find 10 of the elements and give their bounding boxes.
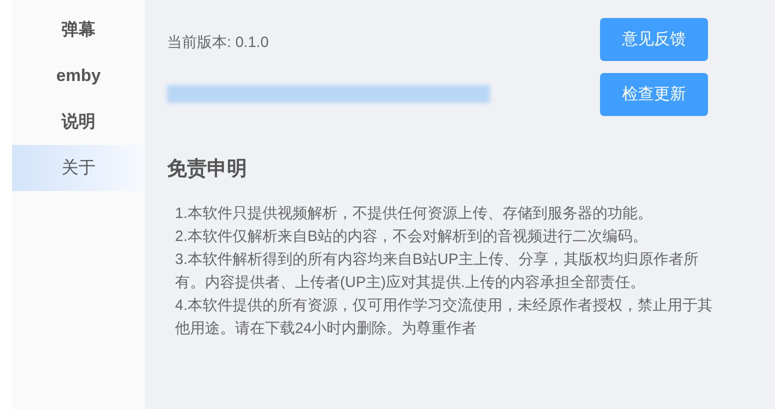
sidebar-item[interactable]: 弹幕 bbox=[12, 7, 145, 53]
sidebar-item[interactable]: 关于 bbox=[12, 145, 145, 191]
disclaimer-paragraph: 1.本软件只提供视频解析，不提供任何资源上传、存储到服务器的功能。 bbox=[175, 204, 654, 224]
disclaimer-heading: 免责申明 bbox=[167, 157, 248, 182]
sidebar-item[interactable]: 说明 bbox=[12, 99, 145, 145]
disclaimer-paragraph: 3.本软件解析得到的所有内容均来自B站UP主上传、分享，其版权均归原作者所有。内容提供者、上传者(UP主)应对其提供.上传的内容承担全部责任。 bbox=[175, 250, 700, 293]
disclaimer-paragraph: 4.本软件提供的所有资源，仅可用作学习交流使用，未经原作者授权，禁止用于其他用途。请在下载24小时内删除。为尊重作者 bbox=[175, 296, 714, 339]
sidebar-item[interactable]: emby bbox=[12, 53, 145, 99]
disclaimer-paragraph: 2.本软件仅解析来自B站的内容，不会对解析到的音视频进行二次编码。 bbox=[175, 227, 649, 247]
version-text: 当前版本: 0.1.0 bbox=[167, 33, 270, 53]
